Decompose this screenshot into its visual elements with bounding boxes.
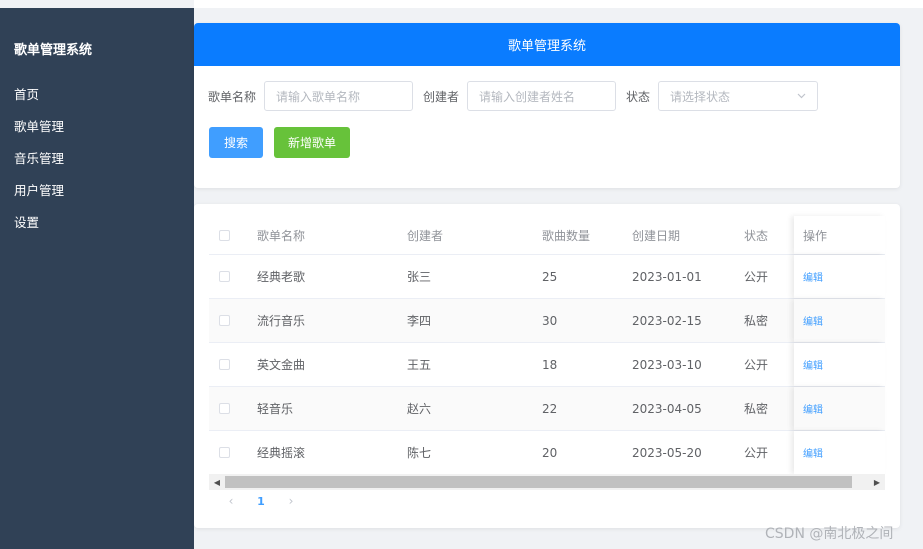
select-all-checkbox[interactable] bbox=[219, 229, 230, 241]
row-checkbox[interactable] bbox=[219, 403, 230, 414]
cell-count: 30 bbox=[542, 313, 558, 328]
cell-date: 2023-01-01 bbox=[632, 269, 702, 284]
sidebar-item-playlists[interactable]: 歌单管理 bbox=[0, 111, 194, 143]
page-number[interactable]: 1 bbox=[246, 495, 276, 508]
sidebar-brand: 歌单管理系统 bbox=[14, 43, 93, 58]
cell-status: 公开 bbox=[744, 270, 769, 284]
action-buttons: 搜索 新增歌单 bbox=[209, 127, 350, 158]
column-header-status: 状态 bbox=[744, 228, 769, 243]
cell-status: 公开 bbox=[744, 358, 769, 372]
sidebar-item-users[interactable]: 用户管理 bbox=[0, 175, 194, 207]
table-card: 歌单名称 创建者 歌曲数量 创建日期 状态 操作 经典老歌 张三 25 2023… bbox=[194, 204, 900, 528]
cell-date: 2023-03-10 bbox=[632, 357, 702, 372]
horizontal-scrollbar[interactable]: ◀ ▶ bbox=[209, 474, 885, 490]
search-card: 歌单管理系统 歌单名称 请输入歌单名称 创建者 请输入创建者姓名 状态 请选择状… bbox=[194, 23, 900, 188]
sidebar-item-home[interactable]: 首页 bbox=[0, 79, 194, 111]
sidebar: 歌单管理系统 首页 歌单管理 音乐管理 用户管理 设置 bbox=[0, 8, 194, 549]
playlist-table: 歌单名称 创建者 歌曲数量 创建日期 状态 操作 经典老歌 张三 25 2023… bbox=[209, 216, 885, 475]
cell-status: 私密 bbox=[744, 314, 769, 328]
edit-link[interactable]: 编辑 bbox=[803, 269, 823, 284]
cell-count: 22 bbox=[542, 401, 558, 416]
cell-date: 2023-02-15 bbox=[632, 313, 702, 328]
cell-op: 编辑 bbox=[794, 299, 885, 342]
creator-input-placeholder: 请输入创建者姓名 bbox=[479, 89, 576, 104]
cell-creator: 张三 bbox=[407, 270, 432, 284]
cell-op: 编辑 bbox=[794, 387, 885, 430]
column-header-date: 创建日期 bbox=[632, 228, 681, 243]
name-input-placeholder: 请输入歌单名称 bbox=[276, 89, 361, 104]
prev-page-icon[interactable]: ‹ bbox=[216, 494, 246, 508]
column-header-name: 歌单名称 bbox=[257, 228, 306, 243]
cell-name: 轻音乐 bbox=[257, 402, 294, 416]
chevron-down-icon bbox=[797, 93, 806, 99]
cell-count: 20 bbox=[542, 445, 558, 460]
name-label: 歌单名称 bbox=[208, 89, 257, 104]
header-bar: 歌单管理系统 bbox=[194, 23, 900, 66]
sidebar-item-settings[interactable]: 设置 bbox=[0, 207, 194, 239]
cell-name: 流行音乐 bbox=[257, 314, 306, 328]
cell-count: 18 bbox=[542, 357, 558, 372]
row-checkbox[interactable] bbox=[219, 271, 230, 282]
cell-op: 编辑 bbox=[794, 431, 885, 474]
cell-status: 私密 bbox=[744, 402, 769, 416]
page-title: 歌单管理系统 bbox=[507, 39, 586, 54]
cell-op: 编辑 bbox=[794, 255, 885, 298]
creator-label: 创建者 bbox=[423, 89, 460, 104]
table-header-row: 歌单名称 创建者 歌曲数量 创建日期 状态 操作 bbox=[209, 216, 885, 255]
cell-name: 经典摇滚 bbox=[257, 446, 306, 460]
table-row: 轻音乐 赵六 22 2023-04-05 私密 编辑 bbox=[209, 387, 885, 431]
pagination: ‹ 1 › bbox=[216, 494, 306, 508]
search-button[interactable]: 搜索 bbox=[209, 127, 263, 158]
top-strip bbox=[194, 0, 923, 8]
cell-count: 25 bbox=[542, 269, 558, 284]
column-header-count: 歌曲数量 bbox=[542, 228, 591, 243]
cell-creator: 陈七 bbox=[407, 446, 432, 460]
column-header-op: 操作 bbox=[794, 216, 885, 254]
column-header-creator: 创建者 bbox=[407, 228, 444, 243]
scroll-left-icon[interactable]: ◀ bbox=[209, 478, 225, 487]
cell-creator: 王五 bbox=[407, 358, 432, 372]
scroll-right-icon[interactable]: ▶ bbox=[869, 478, 885, 487]
cell-name: 经典老歌 bbox=[257, 270, 306, 284]
watermark: CSDN @南北极之间 bbox=[765, 526, 894, 542]
status-label: 状态 bbox=[626, 89, 651, 104]
cell-creator: 赵六 bbox=[407, 402, 432, 416]
edit-link[interactable]: 编辑 bbox=[803, 313, 823, 328]
status-select[interactable]: 请选择状态 bbox=[658, 81, 819, 111]
table-row: 流行音乐 李四 30 2023-02-15 私密 编辑 bbox=[209, 299, 885, 343]
search-form: 歌单名称 请输入歌单名称 创建者 请输入创建者姓名 状态 请选择状态 bbox=[208, 81, 819, 111]
sidebar-menu: 首页 歌单管理 音乐管理 用户管理 设置 bbox=[0, 79, 194, 239]
row-checkbox[interactable] bbox=[219, 359, 230, 370]
cell-op: 编辑 bbox=[794, 343, 885, 386]
creator-input[interactable]: 请输入创建者姓名 bbox=[467, 81, 617, 111]
edit-link[interactable]: 编辑 bbox=[803, 401, 823, 416]
cell-name: 英文金曲 bbox=[257, 358, 306, 372]
edit-link[interactable]: 编辑 bbox=[803, 445, 823, 460]
scrollbar-thumb[interactable] bbox=[225, 476, 852, 488]
cell-date: 2023-04-05 bbox=[632, 401, 702, 416]
name-input[interactable]: 请输入歌单名称 bbox=[264, 81, 414, 111]
add-playlist-button[interactable]: 新增歌单 bbox=[274, 127, 350, 158]
sidebar-item-music[interactable]: 音乐管理 bbox=[0, 143, 194, 175]
row-checkbox[interactable] bbox=[219, 447, 230, 458]
cell-status: 公开 bbox=[744, 446, 769, 460]
cell-date: 2023-05-20 bbox=[632, 445, 702, 460]
table-row: 经典老歌 张三 25 2023-01-01 公开 编辑 bbox=[209, 255, 885, 299]
status-select-placeholder: 请选择状态 bbox=[670, 89, 731, 104]
row-checkbox[interactable] bbox=[219, 315, 230, 326]
next-page-icon[interactable]: › bbox=[276, 494, 306, 508]
edit-link[interactable]: 编辑 bbox=[803, 357, 823, 372]
table-row: 英文金曲 王五 18 2023-03-10 公开 编辑 bbox=[209, 343, 885, 387]
table-row: 经典摇滚 陈七 20 2023-05-20 公开 编辑 bbox=[209, 431, 885, 475]
cell-creator: 李四 bbox=[407, 314, 432, 328]
